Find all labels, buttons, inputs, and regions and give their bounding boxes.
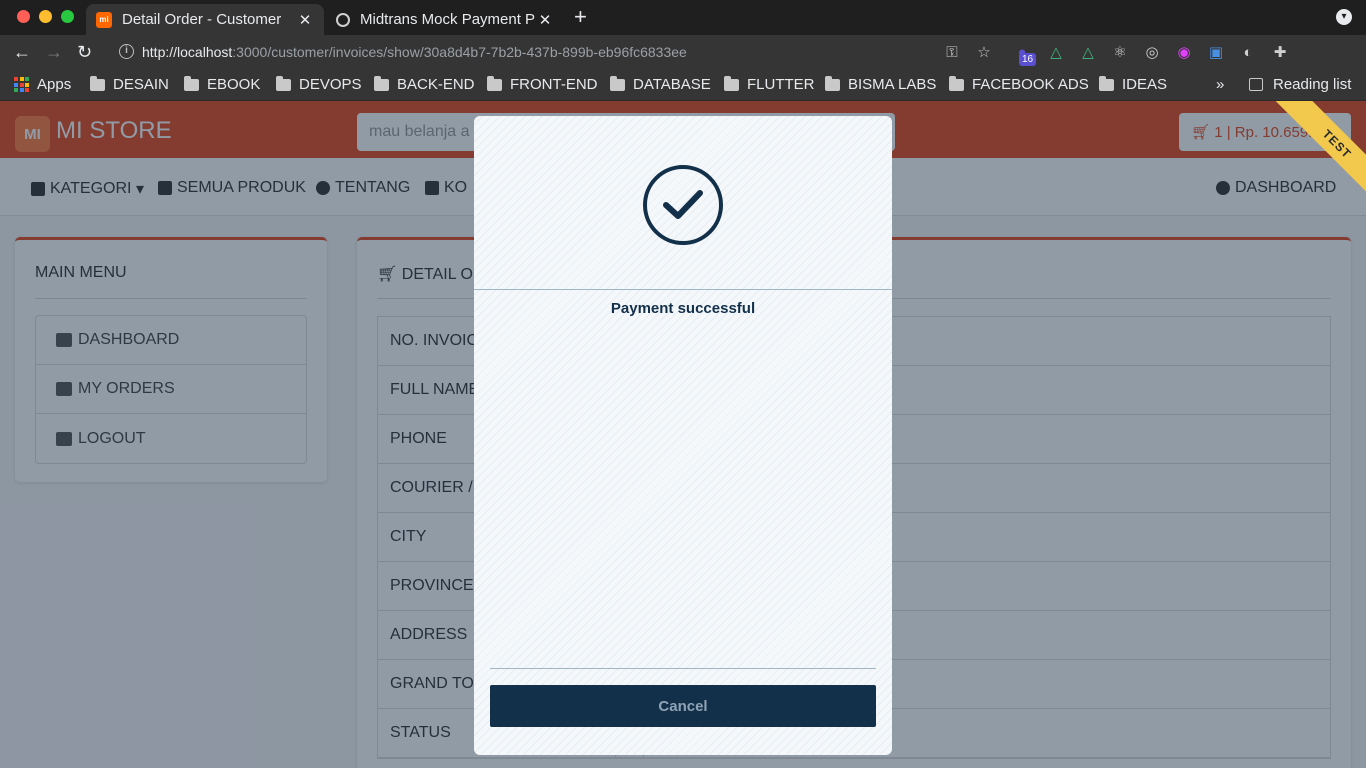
tab-detail-order[interactable]: mi Detail Order - Customer ✕	[86, 4, 324, 35]
url-host: http://localhost	[142, 44, 233, 60]
site-info-icon[interactable]: i	[119, 44, 134, 59]
tab-title: Midtrans Mock Payment P	[360, 11, 536, 28]
bookmark-label: FRONT-END	[510, 76, 598, 93]
bookmark-ebook[interactable]: EBOOK	[184, 75, 261, 93]
window-close-button[interactable]	[17, 10, 30, 23]
extension-badge: 16	[1019, 53, 1037, 66]
bookmark-database[interactable]: DATABASE	[610, 75, 711, 93]
dark-mode-icon[interactable]: ◐	[1239, 43, 1257, 61]
bookmark-ideas[interactable]: IDEAS	[1099, 75, 1168, 93]
mi-favicon-icon: mi	[96, 11, 112, 28]
divider	[490, 668, 876, 669]
bookmark-flutter[interactable]: FLUTTER	[724, 75, 815, 93]
bookmark-label: DEVOPS	[299, 76, 362, 93]
bookmark-front-end[interactable]: FRONT-END	[487, 75, 598, 93]
bookmark-facebook-ads[interactable]: FACEBOOK ADS	[949, 75, 1089, 93]
browser-toolbar: ← → ↻ i http://localhost:3000/customer/i…	[0, 35, 1366, 98]
folder-icon	[825, 75, 840, 91]
tab-close-icon[interactable]: ✕	[536, 11, 554, 29]
bookmark-label: FLUTTER	[747, 76, 815, 93]
payment-modal: Payment successful Cancel	[474, 116, 892, 755]
bookmark-devops[interactable]: DEVOPS	[276, 75, 362, 93]
bookmark-label: EBOOK	[207, 76, 261, 93]
translate-icon[interactable]: ▣	[1207, 43, 1225, 61]
bookmark-label: DATABASE	[633, 76, 711, 93]
tab-search-icon[interactable]: ▾	[1336, 9, 1352, 25]
folder-icon	[184, 75, 199, 91]
reading-list-button[interactable]: Reading list	[1249, 76, 1351, 93]
bookmark-apps[interactable]: Apps	[14, 76, 71, 93]
bookmark-desain[interactable]: DESAIN	[90, 75, 169, 93]
reading-list-icon	[1249, 78, 1263, 91]
cancel-button[interactable]: Cancel	[490, 685, 876, 727]
bookmark-label: FACEBOOK ADS	[972, 76, 1089, 93]
bookmark-bisma-labs[interactable]: BISMA LABS	[825, 75, 937, 93]
vue-icon[interactable]: △	[1047, 43, 1065, 61]
payment-status-message: Payment successful	[610, 300, 756, 317]
bookmark-label: DESAIN	[113, 76, 169, 93]
react-icon[interactable]: ⚛	[1111, 43, 1129, 61]
star-icon[interactable]: ☆	[975, 43, 993, 61]
bookmarks-bar: Apps DESAIN EBOOK DEVOPS BACK-END FRONT-…	[0, 69, 1366, 101]
target-icon[interactable]: ◎	[1143, 43, 1161, 61]
apps-grid-icon	[14, 77, 29, 92]
folder-icon	[374, 75, 389, 91]
url-path: :3000/customer/invoices/show/30a8d4b7-7b…	[232, 44, 687, 60]
bookmark-back-end[interactable]: BACK-END	[374, 75, 475, 93]
folder-icon	[949, 75, 964, 91]
forward-icon[interactable]: →	[45, 41, 63, 63]
color-picker-icon[interactable]: ◉	[1175, 43, 1193, 61]
bookmark-label: BACK-END	[397, 76, 475, 93]
folder-icon	[276, 75, 291, 91]
key-icon[interactable]: ⚿	[943, 43, 961, 61]
globe-icon	[336, 12, 350, 27]
nuxt-icon[interactable]: △	[1079, 43, 1097, 61]
window-minimize-button[interactable]	[39, 10, 52, 23]
new-tab-button[interactable]: +	[574, 4, 587, 30]
reading-list-label: Reading list	[1273, 76, 1352, 93]
folder-icon	[610, 75, 625, 91]
reload-icon[interactable]: ↻	[77, 41, 92, 63]
test-ribbon-label: TEST	[1260, 101, 1366, 221]
checkmark-icon	[643, 165, 723, 245]
folder-icon	[90, 75, 105, 91]
bookmark-label: IDEAS	[1122, 76, 1168, 93]
folder-icon	[724, 75, 739, 91]
tab-close-icon[interactable]: ✕	[296, 11, 314, 29]
more-bookmarks-button[interactable]: »	[1216, 76, 1224, 93]
puzzle-icon[interactable]: ✚	[1271, 43, 1289, 61]
divider	[474, 289, 892, 290]
bookmark-label: BISMA LABS	[848, 76, 937, 93]
tab-midtrans[interactable]: Midtrans Mock Payment P ✕	[326, 4, 564, 35]
folder-icon	[487, 75, 502, 91]
window-maximize-button[interactable]	[61, 10, 74, 23]
tab-title: Detail Order - Customer	[122, 11, 282, 28]
folder-icon	[1099, 75, 1114, 91]
bookmark-label: Apps	[37, 76, 72, 93]
back-icon[interactable]: ←	[13, 41, 31, 63]
test-ribbon: TEST	[1216, 101, 1366, 231]
address-bar[interactable]: http://localhost:3000/customer/invoices/…	[142, 44, 687, 60]
browser-tab-bar: mi Detail Order - Customer ✕ Midtrans Mo…	[0, 0, 1366, 35]
